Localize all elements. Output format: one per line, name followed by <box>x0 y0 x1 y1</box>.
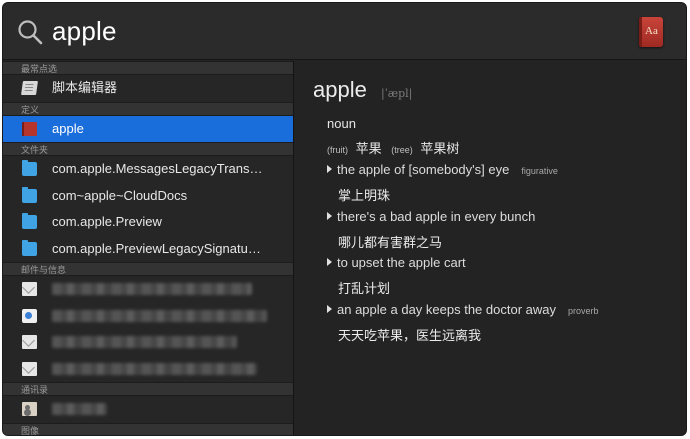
result-label: com.apple.MessagesLegacyTrans… <box>52 161 263 176</box>
search-input[interactable]: apple <box>52 16 117 47</box>
phrase-tag: figurative <box>521 166 558 176</box>
redacted-text <box>52 283 252 295</box>
result-label: com.apple.PreviewLegacySignatu… <box>52 240 261 256</box>
disclosure-triangle-icon[interactable] <box>327 305 332 313</box>
headword: apple <box>313 77 367 102</box>
section-header-images: 图像 <box>3 422 293 435</box>
phrase-translation: 天天吃苹果，医生远离我 <box>338 328 482 343</box>
result-folder[interactable]: com.apple.Preview <box>3 209 293 236</box>
disclosure-triangle-icon[interactable] <box>327 165 332 173</box>
disclosure-triangle-icon[interactable] <box>327 258 332 266</box>
result-script-editor[interactable]: 脚本编辑器 <box>3 75 293 102</box>
search-bar[interactable]: apple Aa <box>3 3 686 60</box>
phrase-text: to upset the apple cart <box>337 255 466 270</box>
result-message[interactable] <box>3 303 293 330</box>
redacted-text <box>52 309 267 322</box>
mail-icon <box>22 335 37 349</box>
phrase: to upset the apple cart <box>327 255 466 270</box>
sense-tag: (tree) <box>391 145 413 155</box>
result-label: com~apple~CloudDocs <box>52 187 188 203</box>
section-header-mail: 邮件与信息 <box>3 262 293 276</box>
results-list[interactable]: 最常点选 脚本编辑器 定义 apple 文件夹 com.apple.Messag… <box>3 61 293 435</box>
folder-icon <box>22 160 37 176</box>
section-header-folders: 文件夹 <box>3 142 293 156</box>
result-apple-definition[interactable]: apple <box>3 115 293 142</box>
phrase: there's a bad apple in every bunch <box>327 209 535 224</box>
mail-icon <box>22 282 37 296</box>
definition-pane: apple |ˈæpl| noun (fruit) 苹果 (tree) 苹果树 … <box>294 61 686 435</box>
phrase-translation: 掌上明珠 <box>338 188 391 203</box>
phrase-text: an apple a day keeps the doctor away <box>337 302 556 317</box>
magnifier-icon <box>18 20 43 45</box>
sense-translation: 苹果 <box>355 141 382 156</box>
dictionary-icon <box>22 121 37 136</box>
redacted-text <box>52 403 107 415</box>
folder-icon <box>22 186 37 203</box>
part-of-speech: noun <box>327 116 356 131</box>
message-icon <box>22 308 37 323</box>
section-header-top-hit: 最常点选 <box>3 61 293 75</box>
folder-icon <box>22 239 37 256</box>
phrase-translation: 打乱计划 <box>338 281 391 296</box>
section-header-definition: 定义 <box>3 101 293 116</box>
phrase-translation: 哪儿都有害群之马 <box>338 235 443 250</box>
result-contact[interactable] <box>3 396 293 423</box>
disclosure-triangle-icon[interactable] <box>327 212 332 220</box>
result-folder[interactable]: com.apple.PreviewLegacySignatu… <box>3 236 293 263</box>
sense-tag: (fruit) <box>327 145 348 155</box>
spotlight-window: apple Aa 最常点选 脚本编辑器 定义 apple 文件夹 com.app… <box>3 3 686 435</box>
result-mail[interactable] <box>3 329 293 356</box>
phrase-text: there's a bad apple in every bunch <box>337 209 536 224</box>
redacted-text <box>52 336 237 348</box>
result-label: com.apple.Preview <box>52 214 162 229</box>
dictionary-app-icon[interactable]: Aa <box>639 17 663 47</box>
result-mail[interactable] <box>3 276 293 303</box>
phrase: an apple a day keeps the doctor away prov… <box>327 302 599 317</box>
script-editor-icon <box>21 81 38 95</box>
phrase-tag: proverb <box>567 306 599 316</box>
mail-icon <box>22 361 37 376</box>
result-label: 脚本编辑器 <box>52 80 118 95</box>
pronunciation: |ˈæpl| <box>381 87 413 100</box>
folder-icon <box>22 213 37 229</box>
result-mail[interactable] <box>3 356 293 383</box>
result-label: apple <box>52 120 84 136</box>
redacted-text <box>52 362 257 375</box>
result-folder[interactable]: com.apple.MessagesLegacyTrans… <box>3 156 293 183</box>
section-header-contacts: 通讯录 <box>3 382 293 396</box>
phrase: the apple of [somebody's] eye figurative <box>327 162 558 177</box>
phrase-text: the apple of [somebody's] eye <box>337 162 510 177</box>
sense-line: (fruit) 苹果 (tree) 苹果树 <box>327 138 465 157</box>
sense-translation: 苹果树 <box>420 141 460 156</box>
result-folder[interactable]: com~apple~CloudDocs <box>3 183 293 210</box>
contact-card-icon <box>22 402 37 416</box>
